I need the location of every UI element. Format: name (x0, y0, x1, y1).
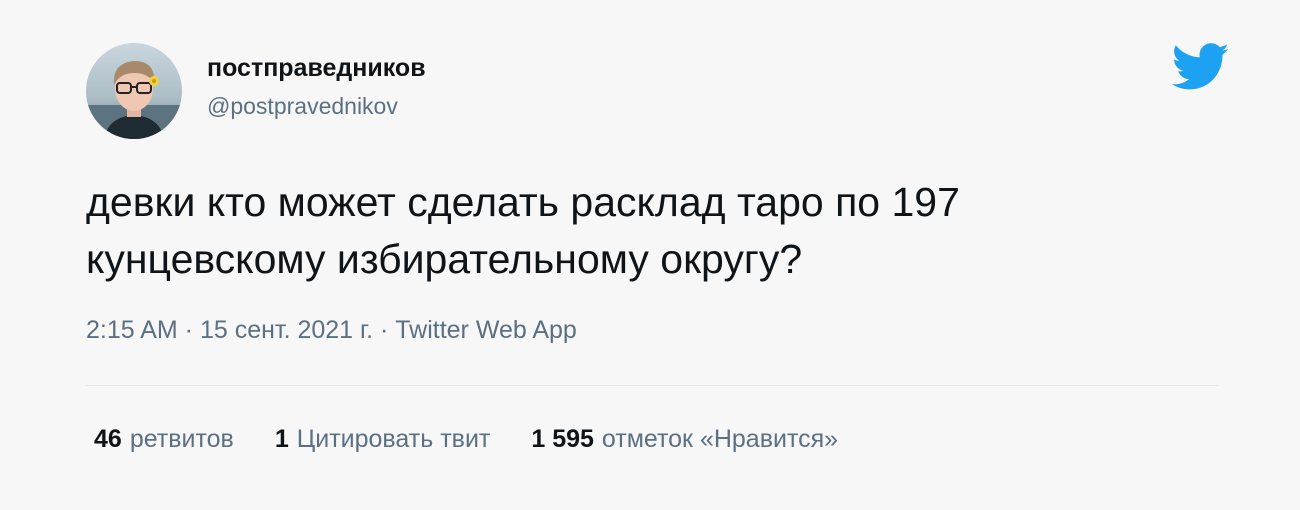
likes-stat[interactable]: 1 595 отметок «Нравится» (531, 425, 838, 454)
quote-tweets-stat[interactable]: 1 Цитировать твит (275, 425, 491, 454)
user-handle[interactable]: @postpravednikov (207, 93, 398, 120)
display-name[interactable]: постправедников (207, 54, 426, 83)
tweet-text: девки кто может сделать расклад таро по … (86, 179, 960, 282)
likes-count: 1 595 (531, 425, 594, 453)
retweets-label: ретвитов (129, 425, 234, 453)
avatar[interactable] (86, 43, 182, 139)
retweets-count: 46 (94, 425, 122, 453)
divider (86, 385, 1218, 386)
quote-tweets-label: Цитировать твит (296, 425, 491, 453)
tweet-stats: 46 ретвитов 1 Цитировать твит 1 595 отме… (94, 425, 879, 454)
quote-tweets-count: 1 (274, 425, 289, 453)
likes-label: отметок «Нравится» (601, 425, 839, 453)
retweets-stat[interactable]: 46 ретвитов (94, 425, 234, 454)
twitter-bird-icon[interactable] (1171, 43, 1230, 91)
tweet-card: постправедников @postpravednikov девки к… (0, 0, 1300, 510)
tweet-timestamp[interactable]: 2:15 AM · 15 сент. 2021 г. · Twitter Web… (86, 316, 577, 345)
